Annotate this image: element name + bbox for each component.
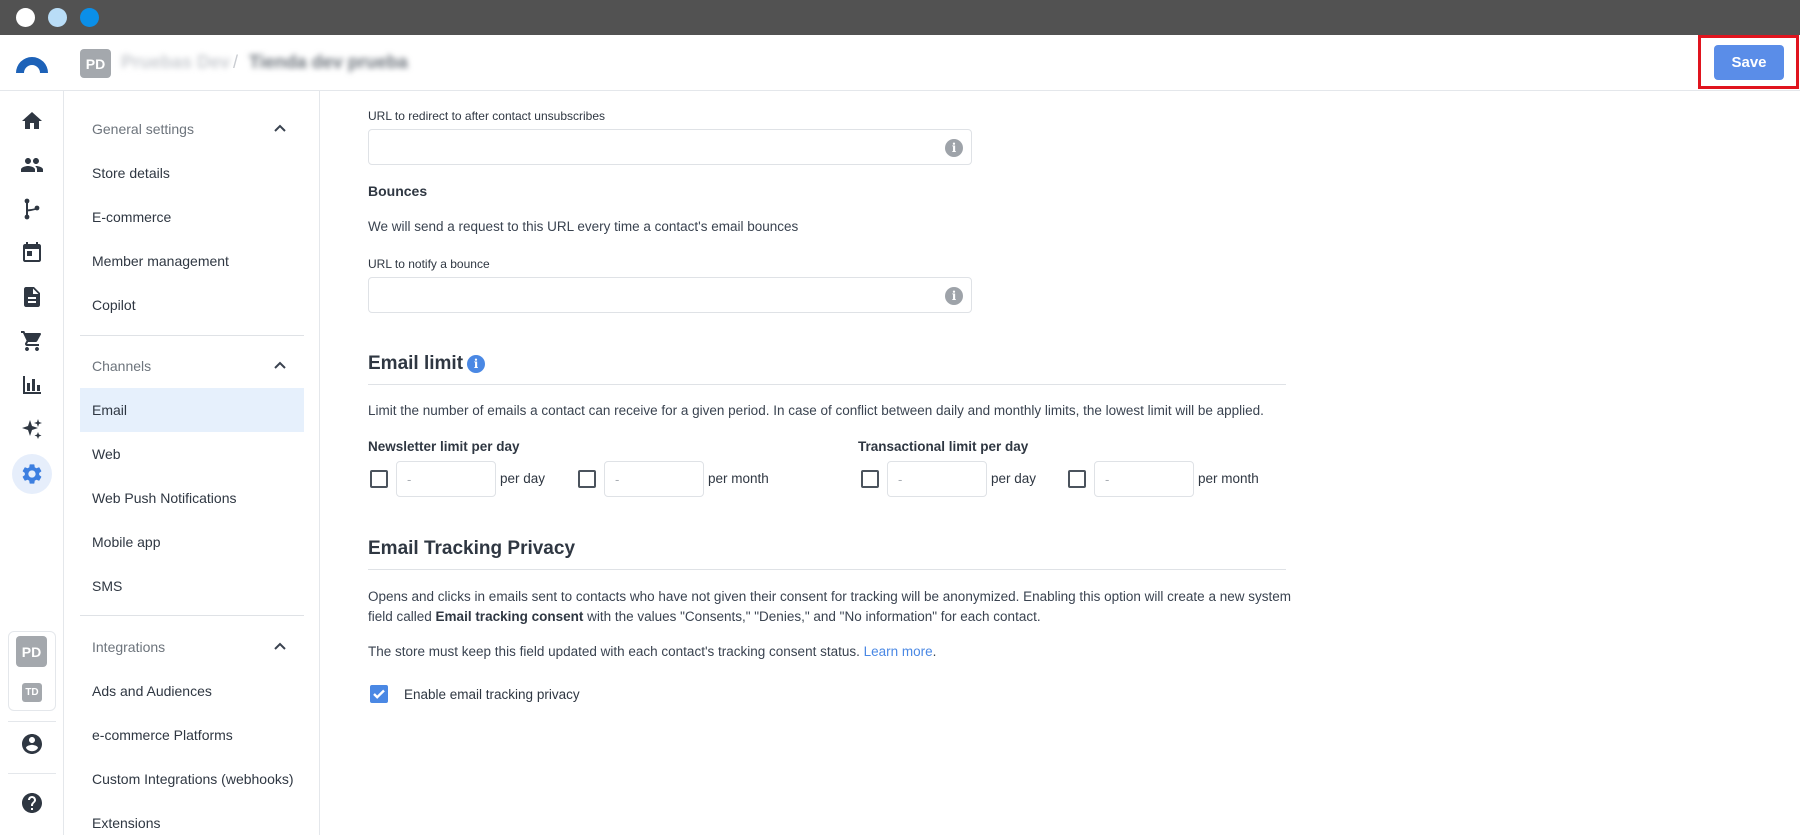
tracking-privacy-description: Opens and clicks in emails sent to conta… [368,589,1291,624]
menu-item-mobile-app[interactable]: Mobile app [80,520,304,564]
info-icon[interactable]: i [945,139,963,157]
checkmark-icon [373,689,385,699]
chevron-up-icon[interactable] [272,358,288,374]
help-icon[interactable] [20,791,44,815]
bounce-url-label: URL to notify a bounce [368,257,490,271]
newsletter-day-input[interactable]: - [396,461,496,497]
transactional-month-checkbox[interactable] [1068,470,1086,488]
unsubscribe-url-label: URL to redirect to after contact unsubsc… [368,109,605,123]
section-divider [368,384,1286,385]
learn-more-link[interactable]: Learn more [864,644,933,659]
newsletter-month-checkbox[interactable] [578,470,596,488]
email-limit-title: Email limit [368,353,464,374]
enable-tracking-privacy-label[interactable]: Enable email tracking privacy [404,687,580,702]
document-icon[interactable] [20,285,44,309]
window-close-button[interactable] [16,8,35,27]
menu-item-member-management[interactable]: Member management [80,239,304,283]
flows-icon[interactable] [20,197,44,221]
email-limit-description: Limit the number of emails a contact can… [368,403,1264,418]
tracking-privacy-title: Email Tracking Privacy [368,538,576,559]
menu-item-web-push[interactable]: Web Push Notifications [80,476,304,520]
email-limit-info-icon[interactable]: i [467,355,485,373]
newsletter-month-input[interactable]: - [604,461,704,497]
menu-divider [80,335,304,336]
menu-item-ecommerce-platforms[interactable]: e-commerce Platforms [80,713,304,757]
icon-rail: PD TD [0,91,64,835]
transactional-limit-label: Transactional limit per day [858,439,1029,454]
newsletter-limit-label: Newsletter limit per day [368,439,520,454]
tracking-consent-note: The store must keep this field updated w… [368,644,937,659]
account-icon[interactable] [20,732,44,756]
menu-item-copilot[interactable]: Copilot [80,283,304,327]
menu-item-extensions[interactable]: Extensions [80,801,304,835]
breadcrumb-store[interactable]: Tienda dev prueba [249,52,408,73]
org-avatar[interactable]: PD [16,636,47,667]
window-titlebar [0,0,1800,35]
email-settings-content: URL to redirect to after contact unsubsc… [320,91,1800,835]
save-button[interactable]: Save [1714,45,1784,80]
per-day-label: per day [991,471,1037,486]
settings-menu: General settings Store details E-commerc… [64,91,320,835]
transactional-day-input[interactable]: - [887,461,987,497]
section-divider [368,569,1286,570]
rail-divider [8,721,56,722]
menu-item-e-commerce[interactable]: E-commerce [80,195,304,239]
window-maximize-button[interactable] [80,8,99,27]
rail-divider [8,773,56,774]
home-icon[interactable] [20,109,44,133]
transactional-day-checkbox[interactable] [861,470,879,488]
per-day-label: per day [500,471,546,486]
menu-item-sms[interactable]: SMS [80,564,304,608]
bounces-description: We will send a request to this URL every… [368,219,799,234]
contacts-icon[interactable] [20,153,44,177]
unsubscribe-url-input[interactable]: i [368,129,972,165]
menu-item-email[interactable]: Email [80,388,304,432]
menu-section-general[interactable]: General settings [92,121,194,137]
top-header: PD Pruebas Dev / Tienda dev prueba Save [0,35,1800,91]
bounce-url-input[interactable]: i [368,277,972,313]
chevron-up-icon[interactable] [272,121,288,137]
window-minimize-button[interactable] [48,8,67,27]
menu-section-channels[interactable]: Channels [92,358,151,374]
sparkles-icon[interactable] [20,417,44,441]
calendar-icon[interactable] [20,241,44,265]
account-avatar[interactable]: PD [80,49,111,78]
enable-tracking-privacy-checkbox[interactable] [370,685,388,703]
tracking-consent-field-name: Email tracking consent [435,609,584,624]
per-month-label: per month [1198,471,1259,486]
info-icon[interactable]: i [945,287,963,305]
app-logo-icon[interactable] [14,51,50,75]
newsletter-day-checkbox[interactable] [370,470,388,488]
per-month-label: per month [708,471,769,486]
menu-section-integrations[interactable]: Integrations [92,639,165,655]
settings-icon[interactable] [20,462,44,486]
bounces-title: Bounces [368,183,428,199]
breadcrumb-org[interactable]: Pruebas Dev [121,52,230,73]
menu-item-web[interactable]: Web [80,432,304,476]
breadcrumb-separator: / [233,52,239,72]
transactional-month-input[interactable]: - [1094,461,1194,497]
menu-divider [80,615,304,616]
analytics-icon[interactable] [20,373,44,397]
chevron-up-icon[interactable] [272,639,288,655]
cart-icon[interactable] [20,329,44,353]
store-avatar[interactable]: TD [22,683,42,702]
menu-item-custom-integrations[interactable]: Custom Integrations (webhooks) [80,757,304,801]
menu-item-ads-audiences[interactable]: Ads and Audiences [80,669,304,713]
menu-item-store-details[interactable]: Store details [80,151,304,195]
